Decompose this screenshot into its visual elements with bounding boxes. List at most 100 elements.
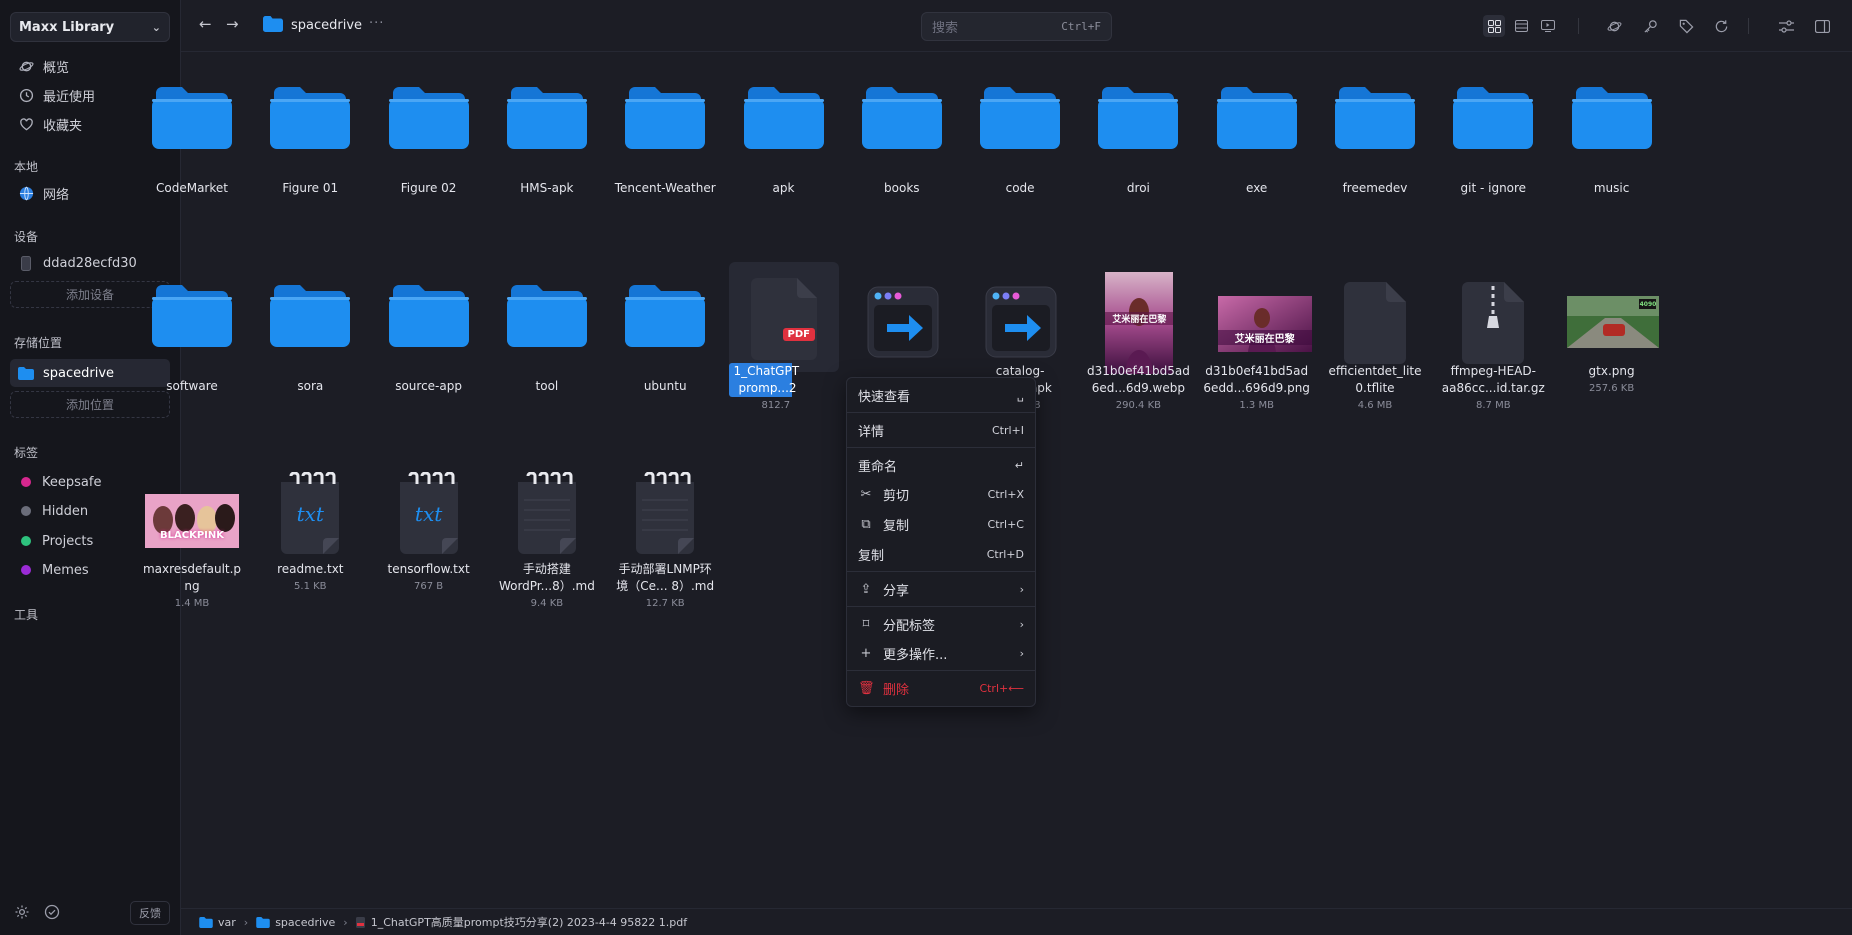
folder-item[interactable]: freemedev <box>1320 87 1430 202</box>
tag-icon[interactable] <box>1675 15 1697 37</box>
folder-item[interactable]: HMS-apk <box>492 87 602 202</box>
path-segment-label: spacedrive <box>275 915 336 929</box>
file-size: 4.6 MB <box>1357 400 1393 411</box>
folder-item[interactable]: apk <box>729 87 839 202</box>
file-name: tool <box>535 379 559 393</box>
menu-item-delete[interactable]: 🗑 删除 Ctrl+⟵ <box>847 675 1035 701</box>
key-icon[interactable] <box>1639 15 1661 37</box>
chevron-right-icon: › <box>1019 646 1024 660</box>
file-item[interactable]: 手动部署LNMP环 境（Ce... 8）.md 12.7 KB <box>610 468 720 618</box>
file-name-line2: WordPr...8）.md <box>498 579 595 593</box>
text-file-icon: txt <box>277 471 343 560</box>
file-item-selected[interactable]: PDF 1_ChatGPT promp...2 812.7 <box>728 262 839 420</box>
file-item[interactable]: BLACKPINK maxresdefault.p ng 1.4 MB <box>137 468 247 618</box>
file-item[interactable]: txt readme.txt 5.1 KB <box>255 468 365 618</box>
file-item[interactable]: 4090 gtx.png 257.6 KB <box>1557 270 1667 420</box>
file-size: 9.4 KB <box>530 598 564 609</box>
tag-icon: ⌑ <box>862 616 870 632</box>
menu-item-label: 剪切 <box>883 488 910 504</box>
app-file-icon <box>985 286 1057 362</box>
file-name: d31b0ef41bd5ad <box>1205 364 1309 378</box>
settings-gear-icon[interactable] <box>14 904 30 924</box>
search-shortcut: Ctrl+F <box>1061 20 1101 33</box>
menu-shortcut: Ctrl+D <box>986 547 1024 561</box>
pdf-file-icon <box>355 916 365 928</box>
folder-icon <box>1098 87 1179 149</box>
file-item[interactable]: txt tensorflow.txt 767 B <box>374 468 484 618</box>
folder-item[interactable]: CodeMarket <box>137 87 247 202</box>
folder-item[interactable]: git - ignore <box>1438 87 1548 202</box>
file-name: readme.txt <box>277 562 344 576</box>
file-name: code <box>1005 181 1035 195</box>
folder-item[interactable]: tool <box>492 285 602 400</box>
folder-icon <box>1453 87 1534 149</box>
menu-item-copy[interactable]: ⧉ 复制 Ctrl+C <box>847 511 1035 537</box>
planet-icon[interactable] <box>1603 15 1625 37</box>
grid-view-icon[interactable] <box>1483 15 1505 37</box>
file-name-line2: 6ed...6d9.webp <box>1091 381 1185 395</box>
file-name: music <box>1593 181 1630 195</box>
menu-item-duplicate[interactable]: 复制 Ctrl+D <box>847 541 1035 567</box>
folder-icon <box>625 285 706 347</box>
path-segment-file[interactable]: 1_ChatGPT高质量prompt技巧分享(2) 2023-4-4 95822… <box>355 914 687 930</box>
file-name: Figure 02 <box>400 181 457 195</box>
menu-item-details[interactable]: 详情 Ctrl+I <box>847 417 1035 443</box>
section-heading-tags: 标签 <box>14 446 39 460</box>
menu-item-share[interactable]: ⇪ 分享 › <box>847 576 1035 602</box>
library-selector[interactable]: Maxx Library ⌄ <box>10 12 170 42</box>
folder-item[interactable]: music <box>1557 87 1667 202</box>
file-item[interactable]: 艾米丽在巴黎 d31b0ef41bd5ad 6edd...696d9.png 1.3 … <box>1202 270 1312 420</box>
app-file-icon <box>867 286 939 362</box>
menu-item-label: 复制 <box>883 518 910 534</box>
file-name: gtx.png <box>1588 364 1635 378</box>
forward-arrow-icon[interactable]: → <box>226 15 239 33</box>
folder-icon <box>152 87 232 149</box>
file-item[interactable]: ffmpeg-HEAD-aa86cc...id.tar.gz 8.7 MB <box>1438 270 1548 420</box>
folder-item[interactable]: Figure 02 <box>374 87 484 202</box>
refresh-icon[interactable] <box>1710 15 1732 37</box>
list-view-icon[interactable] <box>1510 15 1532 37</box>
menu-item-label: 详情 <box>858 424 885 440</box>
folder-item[interactable]: Figure 01 <box>255 87 365 202</box>
sidebar-item-overview[interactable]: 概览 <box>10 53 170 79</box>
back-arrow-icon[interactable]: ← <box>199 15 212 33</box>
file-item[interactable]: 手动搭建 WordPr...8）.md 9.4 KB <box>492 468 602 618</box>
folder-item[interactable]: books <box>847 87 957 202</box>
sidebar-item-device[interactable]: ddad28ecfd30 <box>10 250 170 276</box>
path-segment-label: var <box>218 915 236 929</box>
path-segment[interactable]: spacedrive <box>256 916 335 929</box>
menu-item-more-actions[interactable]: + 更多操作... › <box>847 640 1035 666</box>
folder-icon <box>256 916 270 928</box>
scissors-icon: ✂ <box>860 486 872 502</box>
folder-item[interactable]: sora <box>255 285 365 400</box>
more-options-icon[interactable]: ··· <box>369 16 384 31</box>
file-item[interactable]: 艾米丽在巴黎 d31b0ef41bd5ad 6ed...6d9.webp 290.4 … <box>1083 270 1193 420</box>
folder-item[interactable]: Tencent-Weather <box>610 87 720 202</box>
sliders-icon[interactable] <box>1775 15 1797 37</box>
folder-item[interactable]: exe <box>1202 87 1312 202</box>
file-item[interactable]: efficientdet_lite 0.tflite 4.6 MB <box>1320 270 1430 420</box>
sidebar-toggle-icon[interactable] <box>1811 15 1833 37</box>
menu-item-rename[interactable]: 重命名 ↵ <box>847 452 1035 478</box>
folder-item[interactable]: droi <box>1083 87 1193 202</box>
toolbar-divider <box>1578 18 1579 34</box>
path-segment[interactable]: var <box>199 916 236 929</box>
file-name: Tencent-Weather <box>614 181 716 195</box>
menu-item-assign-tag[interactable]: ⌑ 分配标签 › <box>847 611 1035 637</box>
tag-dot-icon <box>21 565 31 575</box>
folder-item[interactable]: source-app <box>374 285 484 400</box>
folder-item[interactable]: ubuntu <box>610 285 720 400</box>
media-view-icon[interactable] <box>1537 15 1559 37</box>
search-input[interactable]: 搜索 Ctrl+F <box>921 12 1112 41</box>
folder-item[interactable]: code <box>965 87 1075 202</box>
tag-dot-icon <box>21 506 31 516</box>
menu-item-quick-view[interactable]: 快速查看 ␣ <box>847 382 1035 408</box>
folder-item[interactable]: software <box>137 285 247 400</box>
menu-item-cut[interactable]: ✂ 剪切 Ctrl+X <box>847 481 1035 507</box>
poster-caption: 艾米丽在巴黎 <box>1105 312 1174 325</box>
feedback-button[interactable]: 反馈 <box>130 901 170 925</box>
file-name: source-app <box>395 379 462 393</box>
trash-icon: 🗑 <box>858 680 875 696</box>
menu-item-label: 分享 <box>883 583 910 599</box>
check-circle-icon[interactable] <box>44 904 60 924</box>
